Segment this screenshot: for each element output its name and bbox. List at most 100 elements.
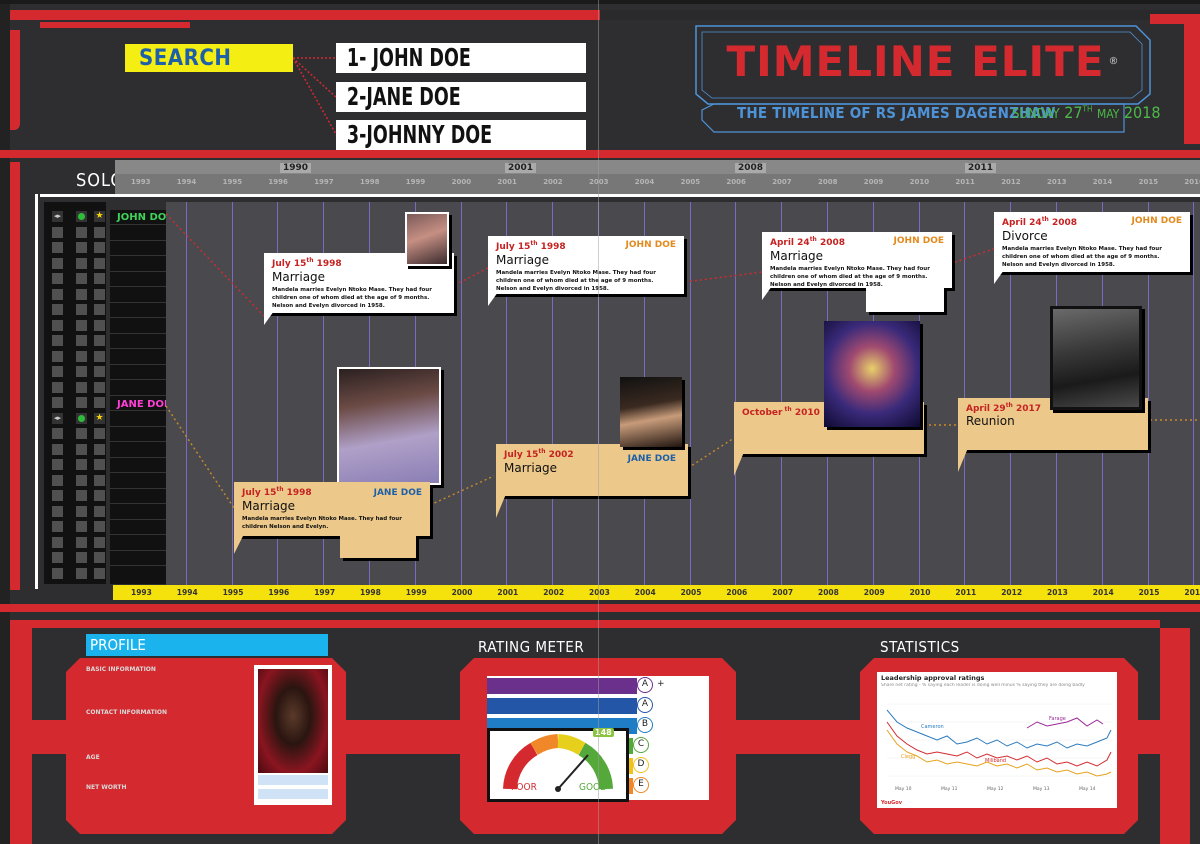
track-toggle[interactable] (76, 273, 87, 284)
track-toggle[interactable] (76, 428, 87, 439)
track-toggle[interactable] (94, 459, 105, 470)
track-toggle[interactable] (52, 288, 63, 300)
track-toggle[interactable] (52, 474, 63, 486)
track-toggle[interactable] (76, 459, 87, 470)
track-toggle[interactable] (76, 521, 87, 532)
track-toggle[interactable] (76, 319, 87, 331)
year-axis-label: 2007 (772, 588, 794, 597)
event-card-5[interactable]: July 15th 1998 JANE DOE Marriage Mandela… (234, 482, 430, 536)
track-toggle[interactable] (94, 257, 105, 269)
track-toggle[interactable] (94, 242, 105, 253)
track-toggle[interactable] (76, 474, 87, 486)
track-visible-icon[interactable] (76, 412, 87, 424)
approval-chart[interactable]: Leadership approval ratings Share net ra… (877, 672, 1117, 808)
event-card-3[interactable]: April 24th 2008 JOHN DOE Marriage Mandel… (762, 232, 952, 288)
track-toggle[interactable] (52, 319, 63, 331)
track-expand-icon[interactable]: ◂▸ (52, 211, 63, 222)
track-toggle[interactable] (76, 288, 87, 300)
track-toggle[interactable] (52, 381, 63, 393)
track-toggle[interactable] (52, 521, 63, 532)
track-toggle[interactable] (52, 567, 63, 579)
track-toggle[interactable] (52, 505, 63, 517)
event-card-2[interactable]: July 15th 1998 JOHN DOE Marriage Mandela… (488, 236, 684, 294)
track-toggle[interactable] (76, 443, 87, 455)
track-toggle[interactable] (52, 397, 63, 408)
track-toggle[interactable] (52, 443, 63, 455)
event-card-6[interactable]: July 15th 2002 Marriage JANE DOE (496, 444, 688, 496)
event-photo-2[interactable] (337, 367, 441, 485)
event-photo-1[interactable] (405, 212, 449, 266)
track-toggle[interactable] (76, 381, 87, 393)
track-toggle[interactable] (76, 257, 87, 269)
track-toggle[interactable] (94, 288, 105, 300)
series-label-cameron: Cameron (921, 724, 944, 730)
track-toggle[interactable] (94, 552, 105, 563)
track-toggle[interactable] (94, 505, 105, 517)
track-toggle[interactable] (76, 304, 87, 315)
event-photo-4[interactable] (824, 321, 920, 427)
track-toggle[interactable] (76, 242, 87, 253)
search-result-2[interactable]: 2-JANE DOE (336, 82, 586, 112)
track-toggle[interactable] (52, 242, 63, 253)
track-toggle[interactable] (52, 335, 63, 346)
event-date: April 29th 2017 (966, 402, 1042, 414)
track-toggle[interactable] (76, 536, 87, 548)
track-toggle[interactable] (76, 335, 87, 346)
track-toggle[interactable] (52, 350, 63, 362)
track-toggle[interactable] (94, 226, 105, 238)
track-toggle[interactable] (76, 397, 87, 408)
track-toggle[interactable] (94, 350, 105, 362)
track-toggle[interactable] (52, 366, 63, 377)
profile-photo-card[interactable] (254, 665, 332, 805)
track-toggle[interactable] (94, 567, 105, 579)
track-toggle[interactable] (52, 257, 63, 269)
search-button[interactable]: SEARCH (125, 44, 293, 72)
net-worth-label[interactable]: NET WORTH (86, 784, 127, 791)
contact-info-label[interactable]: CONTACT INFORMATION (86, 709, 167, 716)
track-toggle[interactable] (76, 366, 87, 377)
track-toggle[interactable] (52, 490, 63, 501)
track-toggle[interactable] (76, 505, 87, 517)
event-photo-5[interactable] (1050, 306, 1142, 410)
event-photo-3[interactable] (620, 377, 682, 447)
track-toggle[interactable] (52, 552, 63, 563)
track-toggle[interactable] (94, 381, 105, 393)
track-toggle[interactable] (94, 335, 105, 346)
track-toggle[interactable] (52, 304, 63, 315)
track-toggle[interactable] (76, 350, 87, 362)
track-toggle[interactable] (52, 536, 63, 548)
track-toggle[interactable] (94, 319, 105, 331)
track-toggle[interactable] (76, 552, 87, 563)
track-toggle[interactable] (76, 226, 87, 238)
track-toggle[interactable] (52, 459, 63, 470)
search-result-1[interactable]: 1- JOHN DOE (336, 43, 586, 73)
event-card-4[interactable]: April 24th 2008 JOHN DOE Divorce Mandela… (994, 212, 1190, 272)
track-favorite-icon[interactable]: ★ (94, 412, 105, 424)
track-toggle[interactable] (52, 428, 63, 439)
age-label[interactable]: AGE (86, 754, 100, 761)
timeline-ruler[interactable]: 1990 2001 2008 2011 1993 1994 1995 1996 1997 199… (115, 160, 1200, 194)
basic-info-label[interactable]: BASIC INFORMATION (86, 666, 156, 673)
track-toggle[interactable] (94, 521, 105, 532)
track-toggle[interactable] (76, 490, 87, 501)
track-toggle[interactable] (52, 226, 63, 238)
rating-gauge (487, 728, 629, 802)
track-favorite-icon[interactable]: ★ (94, 211, 105, 222)
track-toggle[interactable] (76, 567, 87, 579)
search-result-3[interactable]: 3-JOHNNY DOE (336, 120, 586, 150)
track-toggle[interactable] (94, 490, 105, 501)
track-toggle[interactable] (94, 273, 105, 284)
track-toggle[interactable] (94, 366, 105, 377)
track-toggle[interactable] (94, 304, 105, 315)
track-name-jane-doe[interactable]: JANE DOE (114, 398, 174, 411)
track-visible-icon[interactable] (76, 211, 87, 222)
track-toggle[interactable] (94, 536, 105, 548)
profile-tab[interactable]: PROFILE (86, 634, 328, 656)
track-toggle[interactable] (52, 273, 63, 284)
track-toggle[interactable] (94, 428, 105, 439)
track-toggle[interactable] (94, 397, 105, 408)
track-toggle[interactable] (94, 474, 105, 486)
track-expand-icon[interactable]: ◂▸ (52, 412, 63, 424)
ruler-tick-label: 1996 (268, 178, 288, 186)
track-toggle[interactable] (94, 443, 105, 455)
